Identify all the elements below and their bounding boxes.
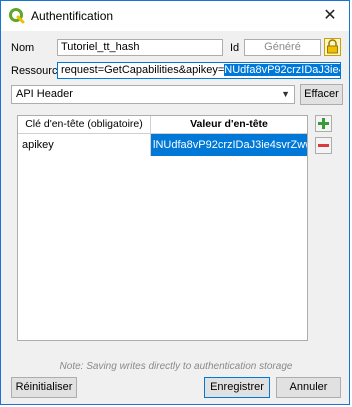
- header-table[interactable]: Clé d'en-tête (obligatoire) Valeur d'en-…: [17, 115, 308, 341]
- header-value-cell[interactable]: lNUdfa8vP92crzIDaJ3ie4svrZwwfUdJ: [151, 134, 307, 156]
- table-row[interactable]: apikey lNUdfa8vP92crzIDaJ3ie4svrZwwfUdJ: [18, 134, 307, 156]
- id-label: Id: [230, 42, 240, 54]
- column-header-value[interactable]: Valeur d'en-tête: [151, 116, 307, 133]
- title-bar: Authentification ✕: [1, 1, 349, 31]
- clear-button[interactable]: Effacer: [300, 84, 343, 105]
- save-button[interactable]: Enregistrer: [204, 377, 270, 398]
- header-key-cell[interactable]: apikey: [18, 134, 151, 156]
- auth-method-value: API Header: [16, 88, 73, 100]
- cancel-button[interactable]: Annuler: [276, 377, 341, 398]
- window-title: Authentification: [31, 9, 114, 23]
- storage-note: Note: Saving writes directly to authenti…: [59, 361, 293, 372]
- chevron-down-icon: ▼: [281, 89, 290, 99]
- resource-label: Ressource: [11, 65, 64, 77]
- name-label: Nom: [11, 42, 35, 54]
- id-input[interactable]: Généré: [244, 39, 321, 56]
- resource-selected-text: NUdfa8vP92crzIDaJ3ie4svrZwwfUdJ: [224, 64, 340, 76]
- auth-method-select[interactable]: API Header ▼: [11, 85, 295, 104]
- close-button[interactable]: ✕: [321, 7, 339, 25]
- resource-input[interactable]: request=GetCapabilities&apikey=NUdfa8vP9…: [57, 62, 341, 79]
- add-header-icon[interactable]: [315, 115, 332, 132]
- remove-header-icon[interactable]: [315, 137, 332, 154]
- column-header-key[interactable]: Clé d'en-tête (obligatoire): [18, 116, 151, 133]
- name-input[interactable]: Tutoriel_tt_hash: [57, 39, 223, 56]
- auth-dialog: Authentification ✕ Nom Tutoriel_tt_hash …: [0, 0, 350, 405]
- resource-text: request=GetCapabilities&apikey=: [61, 64, 225, 76]
- reset-button[interactable]: Réinitialiser: [11, 377, 77, 398]
- table-header: Clé d'en-tête (obligatoire) Valeur d'en-…: [18, 116, 307, 134]
- lock-icon[interactable]: [324, 38, 341, 56]
- qgis-logo-icon: [9, 8, 25, 24]
